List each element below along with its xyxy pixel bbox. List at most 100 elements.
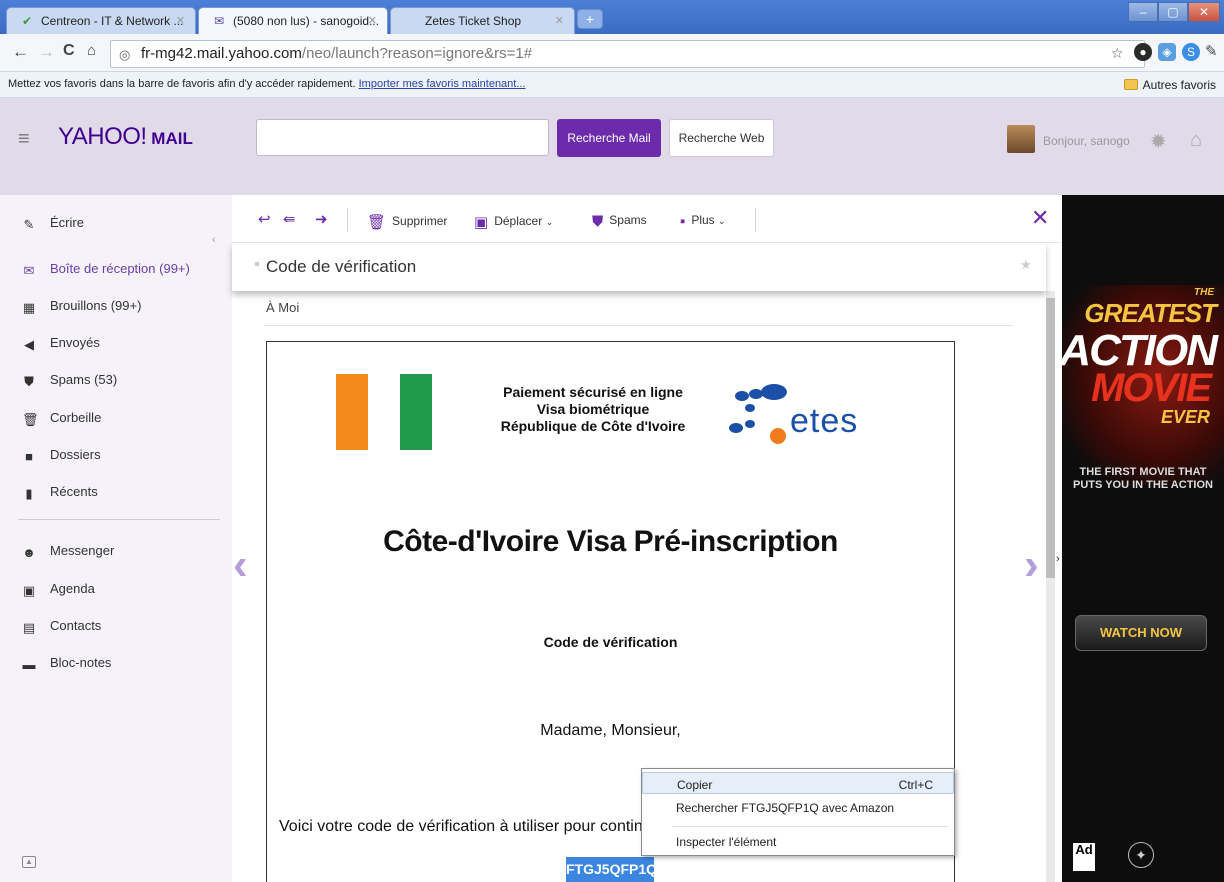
move-folder-icon: ▣ <box>474 214 489 231</box>
verification-code[interactable]: FTGJ5QFP1Q <box>566 857 657 882</box>
greeting[interactable]: Bonjour, sanogo <box>1043 134 1130 148</box>
collapse-sidebar-icon[interactable]: ‹ <box>212 234 216 246</box>
more-button[interactable]: ▪ Plus ⌄ <box>680 213 726 230</box>
sidebar-item-contacts[interactable]: ▤ Contacts <box>22 618 101 635</box>
sidebar-item-label: Boîte de réception (99+) <box>50 261 190 276</box>
tab-centreon[interactable]: ✔ Centreon - IT & Network ... ✕ <box>6 7 196 34</box>
next-message-icon[interactable]: › <box>1024 540 1039 590</box>
search-mail-button[interactable]: Recherche Mail <box>557 119 661 157</box>
sidebar-item-messenger[interactable]: ☻ Messenger <box>22 543 114 560</box>
sidebar-item-label: Contacts <box>50 618 102 633</box>
extension-shield-icon[interactable]: ◈ <box>1158 43 1176 61</box>
sidebar-item-label: Bloc-notes <box>50 655 112 670</box>
star-icon[interactable]: ★ <box>1020 257 1032 273</box>
trash-icon: 🗑 <box>367 214 387 231</box>
sidebar-item-recent[interactable]: ▮ Récents <box>22 484 97 501</box>
chevron-down-icon: ⌄ <box>718 216 726 226</box>
ad-text: MOVIE <box>1091 366 1212 410</box>
sidebar-item-drafts[interactable]: ▦ Brouillons (99+) <box>22 298 142 315</box>
menu-item-copy[interactable]: Copier Ctrl+C <box>642 772 954 794</box>
move-button[interactable]: ▣ Déplacer ⌄ <box>474 213 553 231</box>
back-icon[interactable]: ← <box>12 42 29 62</box>
bookmarks-bar: Mettez vos favoris dans la barre de favo… <box>0 72 1224 98</box>
cote-divoire-flag <box>336 374 432 450</box>
home-icon[interactable]: ⌂ <box>87 42 96 59</box>
extension-s-icon[interactable]: S <box>1182 43 1200 61</box>
address-bar[interactable]: ◎ fr-mg42.mail.yahoo.com/neo/launch?reas… <box>110 40 1145 68</box>
import-bookmarks-link[interactable]: Importer mes favoris maintenant... <box>359 78 526 90</box>
sidebar-item-label: Corbeille <box>50 410 102 425</box>
sidebar-item-inbox[interactable]: ✉ Boîte de réception (99+) <box>22 261 190 278</box>
yahoo-mail-logo[interactable]: YAHOO! MAIL <box>58 123 193 151</box>
salutation: Madame, Monsieur, <box>540 722 681 739</box>
zetes-dots-icon <box>729 384 787 444</box>
expand-ad-icon[interactable]: › <box>1056 553 1060 565</box>
tab-zetes[interactable]: Zetes Ticket Shop ✕ <box>390 7 575 34</box>
search-web-button[interactable]: Recherche Web <box>669 119 774 157</box>
notepad-icon: ▬ <box>22 657 36 672</box>
previous-message-icon[interactable]: ‹ <box>233 540 248 590</box>
sidebar-item-label: Dossiers <box>50 447 101 462</box>
zetes-logo: etes <box>720 384 890 480</box>
gear-icon[interactable]: ✹ <box>1150 129 1167 154</box>
avatar[interactable] <box>1007 125 1035 153</box>
spam-icon: ⛊ <box>24 374 34 389</box>
trash-icon: 🗑 <box>22 412 39 427</box>
close-tab-icon[interactable]: ✕ <box>555 14 564 27</box>
scrollbar-thumb[interactable] <box>1046 298 1055 578</box>
window-close-button[interactable]: ✕ <box>1188 2 1220 22</box>
menu-item-inspect[interactable]: Inspecter l'élément <box>642 830 954 852</box>
ad-text: GREATEST <box>1084 298 1217 328</box>
header-divider <box>264 325 1012 326</box>
other-bookmarks[interactable]: Autres favoris <box>1123 78 1216 92</box>
sidebar-item-trash[interactable]: 🗑 Corbeille <box>22 410 101 427</box>
compose-button[interactable]: ✎ Écrire <box>22 215 84 232</box>
image-icon[interactable]: ▲ <box>22 856 36 868</box>
search-input[interactable] <box>256 119 549 156</box>
close-icon[interactable]: ✕ <box>1031 205 1049 231</box>
email-title: Côte-d'Ivoire Visa Pré-inscription <box>383 525 838 558</box>
reply-icon[interactable]: ↩ <box>258 210 271 228</box>
reply-all-icon[interactable]: ⇚ <box>283 210 296 228</box>
menu-item-label: Copier <box>677 778 713 792</box>
delete-button[interactable]: 🗑 Supprimer <box>367 213 447 231</box>
folder-icon <box>1123 79 1138 90</box>
other-bookmarks-label: Autres favoris <box>1142 78 1216 92</box>
maximize-button[interactable]: ▢ <box>1158 2 1188 22</box>
sidebar-item-agenda[interactable]: ▣ Agenda <box>22 581 95 598</box>
wrench-icon[interactable]: ✎ <box>1205 42 1218 60</box>
drafts-icon: ▦ <box>22 300 36 315</box>
reload-icon[interactable]: C <box>63 42 75 60</box>
url-path: /neo/launch?reason=ignore&rs=1# <box>301 45 533 62</box>
shortcut-label: Ctrl+C <box>898 778 933 792</box>
mail-icon: ✉ <box>213 14 225 28</box>
new-tab-button[interactable]: + <box>577 9 603 29</box>
chevron-down-icon: ⌄ <box>545 217 554 227</box>
extension-globe-icon[interactable]: ● <box>1134 43 1152 61</box>
sent-icon: ◀ <box>24 337 34 352</box>
spam-button[interactable]: ⛊ Spams <box>592 213 647 230</box>
code-heading: Code de vérification <box>543 634 678 650</box>
close-tab-icon[interactable]: ✕ <box>176 14 185 27</box>
sidebar-item-label: Envoyés <box>50 335 100 350</box>
menu-icon[interactable]: ≡ <box>18 128 30 151</box>
forward-icon[interactable]: → <box>38 42 55 62</box>
tab-yahoo-mail[interactable]: ✉ (5080 non lus) - sanogoid... ✕ <box>198 7 388 34</box>
advertisement[interactable]: THE GREATEST ACTION MOVIE EVER THE FIRST… <box>1062 195 1224 882</box>
bookmark-star-icon[interactable]: ☆ <box>1111 45 1124 62</box>
forward-icon[interactable]: ➜ <box>315 210 328 228</box>
watch-now-button[interactable]: WATCH NOW <box>1075 615 1207 651</box>
delete-label: Supprimer <box>392 214 448 228</box>
minimize-button[interactable]: – <box>1128 2 1158 22</box>
move-label: Déplacer <box>494 214 543 228</box>
sidebar-item-sent[interactable]: ◀ Envoyés <box>22 335 100 352</box>
menu-item-label: Inspecter l'élément <box>676 835 777 849</box>
menu-item-search-amazon[interactable]: Rechercher FTGJ5QFP1Q avec Amazon <box>642 796 954 818</box>
sidebar-item-notepad[interactable]: ▬ Bloc-notes <box>22 655 112 672</box>
home-icon[interactable]: ⌂ <box>1190 129 1202 152</box>
close-tab-icon[interactable]: ✕ <box>368 14 377 27</box>
sidebar-item-folders[interactable]: ■ Dossiers <box>22 447 101 464</box>
sidebar-item-label: Agenda <box>50 581 95 596</box>
tab-title: Centreon - IT & Network ... <box>41 14 184 28</box>
sidebar-item-spam[interactable]: ⛊ Spams (53) <box>22 372 117 389</box>
